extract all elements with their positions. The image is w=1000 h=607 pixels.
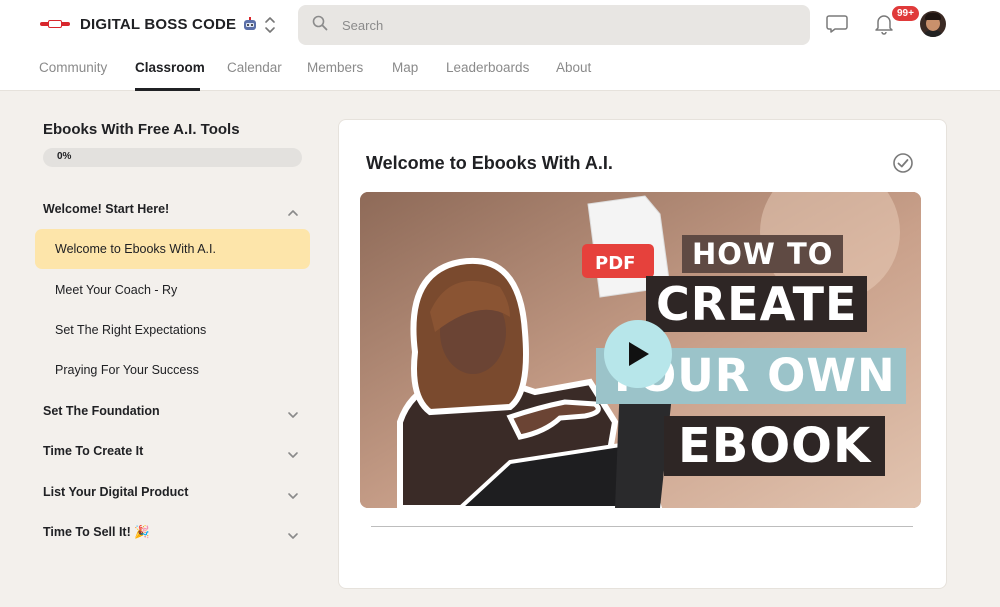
thumbnail-line-4: EBOOK [664,416,886,476]
chevron-down-icon[interactable] [287,446,299,458]
lesson-title: Welcome to Ebooks With A.I. [366,153,613,173]
progress-label: 0% [57,151,72,162]
search-icon [312,15,328,36]
play-button[interactable] [604,320,672,388]
module-set-foundation[interactable]: Set The Foundation [43,404,160,418]
thumbnail-line-1: HOW TO [682,235,844,273]
chat-icon[interactable] [826,14,848,34]
chevron-down-icon[interactable] [287,406,299,418]
thumbnail-line-2: CREATE [646,276,868,332]
content-divider [371,526,913,527]
tab-about[interactable]: About [556,60,591,75]
tab-calendar[interactable]: Calendar [227,60,282,75]
brand-logo-mark [40,20,70,28]
chevron-down-icon[interactable] [287,527,299,539]
group-switcher-icon[interactable] [262,14,278,36]
mark-complete-icon[interactable] [892,152,914,174]
tab-members[interactable]: Members [307,60,363,75]
module-time-to-create[interactable]: Time To Create It [43,444,143,458]
lesson-item-meet-coach[interactable]: Meet Your Coach - Ry [55,283,177,297]
module-list-product[interactable]: List Your Digital Product [43,485,188,499]
robot-emoji-icon [242,16,258,32]
lesson-item-praying[interactable]: Praying For Your Success [55,363,199,377]
tab-community[interactable]: Community [39,60,107,75]
active-tab-indicator [135,88,200,91]
pdf-label: PDF [595,253,635,274]
group-logo[interactable]: DIGITAL BOSS CODE [40,14,258,34]
chevron-up-icon[interactable] [287,204,299,216]
module-time-to-sell[interactable]: Time To Sell It! 🎉 [43,525,150,540]
tab-map[interactable]: Map [392,60,418,75]
video-player[interactable]: PDF HOW TO CREATE YOUR OWN EBOOK [360,192,921,508]
group-name[interactable]: DIGITAL BOSS CODE [80,16,236,33]
play-icon [629,342,649,366]
chevron-down-icon[interactable] [287,487,299,499]
tab-classroom[interactable]: Classroom [135,60,205,75]
module-welcome[interactable]: Welcome! Start Here! [43,202,169,216]
course-progress-bar: 0% [43,148,302,167]
notification-badge: 99+ [890,4,921,23]
course-title: Ebooks With Free A.I. Tools [43,121,240,138]
lesson-item-welcome[interactable]: Welcome to Ebooks With A.I. [55,242,216,256]
user-avatar[interactable] [920,11,946,37]
top-bar: DIGITAL BOSS CODE Search 99+ Community C… [0,0,1000,91]
search-input[interactable]: Search [342,18,383,33]
search-bar[interactable]: Search [298,5,810,45]
lesson-item-expectations[interactable]: Set The Right Expectations [55,323,206,337]
tab-leaderboards[interactable]: Leaderboards [446,60,529,75]
